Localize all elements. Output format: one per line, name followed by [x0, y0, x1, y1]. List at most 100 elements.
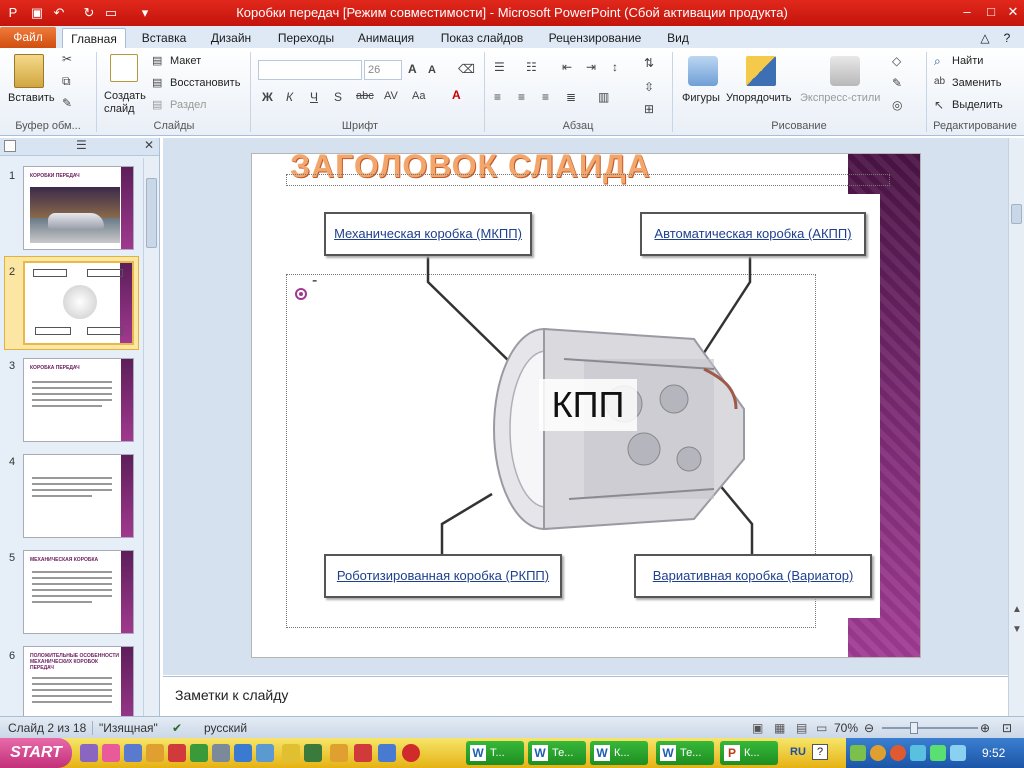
find-button[interactable]: Найти: [952, 55, 983, 67]
align-left-icon[interactable]: ≡: [494, 90, 501, 104]
box-manual-link[interactable]: Механическая коробка (МКПП): [334, 214, 522, 254]
zoom-level[interactable]: 70%: [834, 721, 858, 735]
justify-icon[interactable]: ≣: [566, 90, 576, 104]
scroll-thumb[interactable]: [146, 178, 157, 248]
notes-pane[interactable]: Заметки к слайду: [163, 676, 1008, 716]
sorter-view-icon[interactable]: ▦: [774, 721, 785, 735]
tab-design[interactable]: Дизайн: [204, 28, 258, 48]
replace-icon[interactable]: ab: [934, 76, 945, 87]
select-icon[interactable]: ↖: [934, 98, 944, 112]
language-indicator[interactable]: RU: [790, 746, 806, 758]
chrome-icon[interactable]: [282, 744, 300, 762]
smartart-icon[interactable]: ⊞: [644, 102, 654, 116]
tab-home[interactable]: Главная: [62, 28, 126, 48]
app-icon[interactable]: [168, 744, 186, 762]
close-button[interactable]: ✕: [1002, 2, 1024, 22]
zoom-slider[interactable]: [882, 727, 978, 729]
box-robotic-link[interactable]: Роботизированная коробка (РКПП): [337, 556, 549, 596]
align-center-icon[interactable]: ≡: [518, 90, 525, 104]
spellcheck-icon[interactable]: ✔: [172, 721, 182, 735]
tab-transitions[interactable]: Переходы: [270, 28, 342, 48]
box-robotic[interactable]: Роботизированная коробка (РКПП): [324, 554, 562, 598]
thumbnails-scrollbar[interactable]: [143, 158, 159, 716]
tray-icon[interactable]: [910, 745, 926, 761]
taskbar-item[interactable]: W Те...: [656, 741, 714, 765]
normal-view-icon[interactable]: ▣: [752, 721, 763, 735]
app-icon[interactable]: [146, 744, 164, 762]
app-icon[interactable]: [378, 744, 396, 762]
app-icon[interactable]: [256, 744, 274, 762]
layout-icon[interactable]: ▤: [152, 54, 162, 67]
main-scrollbar[interactable]: ▲ ▼: [1008, 138, 1024, 716]
shapes-icon[interactable]: [688, 56, 718, 86]
slideshow-view-icon[interactable]: ▭: [816, 721, 827, 735]
paste-icon[interactable]: [14, 54, 44, 88]
bold-icon[interactable]: Ж: [262, 90, 273, 104]
reading-view-icon[interactable]: ▤: [796, 721, 807, 735]
app-icon[interactable]: [304, 744, 322, 762]
taskbar-item[interactable]: W Т...: [466, 741, 524, 765]
volume-icon[interactable]: [950, 745, 966, 761]
theme-name[interactable]: "Изящная": [92, 721, 158, 735]
new-slide-button[interactable]: Создать слайд: [104, 90, 146, 116]
zoom-out-icon[interactable]: ⊖: [864, 721, 874, 735]
section-button[interactable]: Раздел: [170, 99, 206, 111]
italic-icon[interactable]: К: [286, 90, 293, 104]
decrease-indent-icon[interactable]: ⇤: [562, 60, 572, 74]
maximize-button[interactable]: □: [980, 2, 1002, 22]
tray-icon[interactable]: [850, 745, 866, 761]
font-size-select[interactable]: 26: [364, 60, 402, 80]
tab-review[interactable]: Рецензирование: [540, 28, 650, 48]
help-icon[interactable]: ?: [812, 744, 828, 760]
app-icon[interactable]: [354, 744, 372, 762]
underline-icon[interactable]: Ч: [310, 90, 318, 104]
box-variator[interactable]: Вариативная коробка (Вариатор): [634, 554, 872, 598]
slide-thumbnail-2[interactable]: [23, 261, 134, 345]
quick-styles-icon[interactable]: [830, 56, 860, 86]
section-icon[interactable]: ▤: [152, 98, 162, 111]
tray-icon[interactable]: [870, 745, 886, 761]
text-direction-icon[interactable]: ⇅: [644, 56, 654, 70]
change-case-icon[interactable]: Aa: [412, 90, 425, 102]
tray-icon[interactable]: [890, 745, 906, 761]
shape-fill-icon[interactable]: ◇: [892, 54, 901, 68]
reset-icon[interactable]: ▤: [152, 76, 162, 89]
tab-file[interactable]: Файл: [0, 27, 56, 48]
quick-styles-button[interactable]: Экспресс-стили: [800, 92, 880, 104]
zoom-slider-handle[interactable]: [910, 722, 918, 734]
app-icon[interactable]: [80, 744, 98, 762]
slide-canvas[interactable]: ЗАГОЛОВОК СЛАЙДА - КПП Механическая коро…: [251, 153, 921, 658]
align-text-icon[interactable]: ⇳: [644, 80, 654, 94]
slide-thumbnail-1[interactable]: КОРОБКИ ПЕРЕДАЧ: [23, 166, 134, 250]
zoom-in-icon[interactable]: ⊕: [980, 721, 990, 735]
app-icon[interactable]: [402, 744, 420, 762]
fit-to-window-icon[interactable]: ⊡: [1002, 721, 1012, 735]
font-color-icon[interactable]: A: [452, 88, 461, 102]
next-slide-icon[interactable]: ▼: [1012, 624, 1022, 635]
box-automatic-link[interactable]: Автоматическая коробка (АКПП): [654, 214, 851, 254]
slide-thumbnail-6[interactable]: ПОЛОЖИТЕЛЬНЫЕ ОСОБЕННОСТИ МЕХАНИЧЕСКИХ К…: [23, 646, 134, 716]
box-manual[interactable]: Механическая коробка (МКПП): [324, 212, 532, 256]
app-icon[interactable]: [190, 744, 208, 762]
help-icon[interactable]: ?: [998, 28, 1016, 48]
strikethrough-icon[interactable]: abc: [356, 90, 374, 102]
network-icon[interactable]: [930, 745, 946, 761]
minimize-ribbon-icon[interactable]: △: [976, 28, 994, 48]
replace-button[interactable]: Заменить: [952, 77, 1001, 89]
shape-effects-icon[interactable]: ◎: [892, 98, 902, 112]
slides-tab-icon[interactable]: [4, 140, 16, 152]
numbering-icon[interactable]: ☷: [526, 60, 537, 74]
shadow-icon[interactable]: S: [334, 90, 342, 104]
app-icon[interactable]: [212, 744, 230, 762]
language[interactable]: русский: [204, 721, 247, 735]
shrink-font-icon[interactable]: A: [428, 64, 436, 76]
tab-slideshow[interactable]: Показ слайдов: [434, 28, 530, 48]
outline-tab-icon[interactable]: ☰: [76, 138, 87, 152]
tab-insert[interactable]: Вставка: [136, 28, 192, 48]
arrange-button[interactable]: Упорядочить: [726, 92, 791, 104]
notes-placeholder[interactable]: Заметки к слайду: [175, 687, 288, 703]
bullets-icon[interactable]: ☰: [494, 60, 505, 74]
new-slide-icon[interactable]: [110, 54, 138, 82]
copy-icon[interactable]: ⧉: [62, 74, 71, 89]
start-button[interactable]: START: [0, 738, 72, 768]
